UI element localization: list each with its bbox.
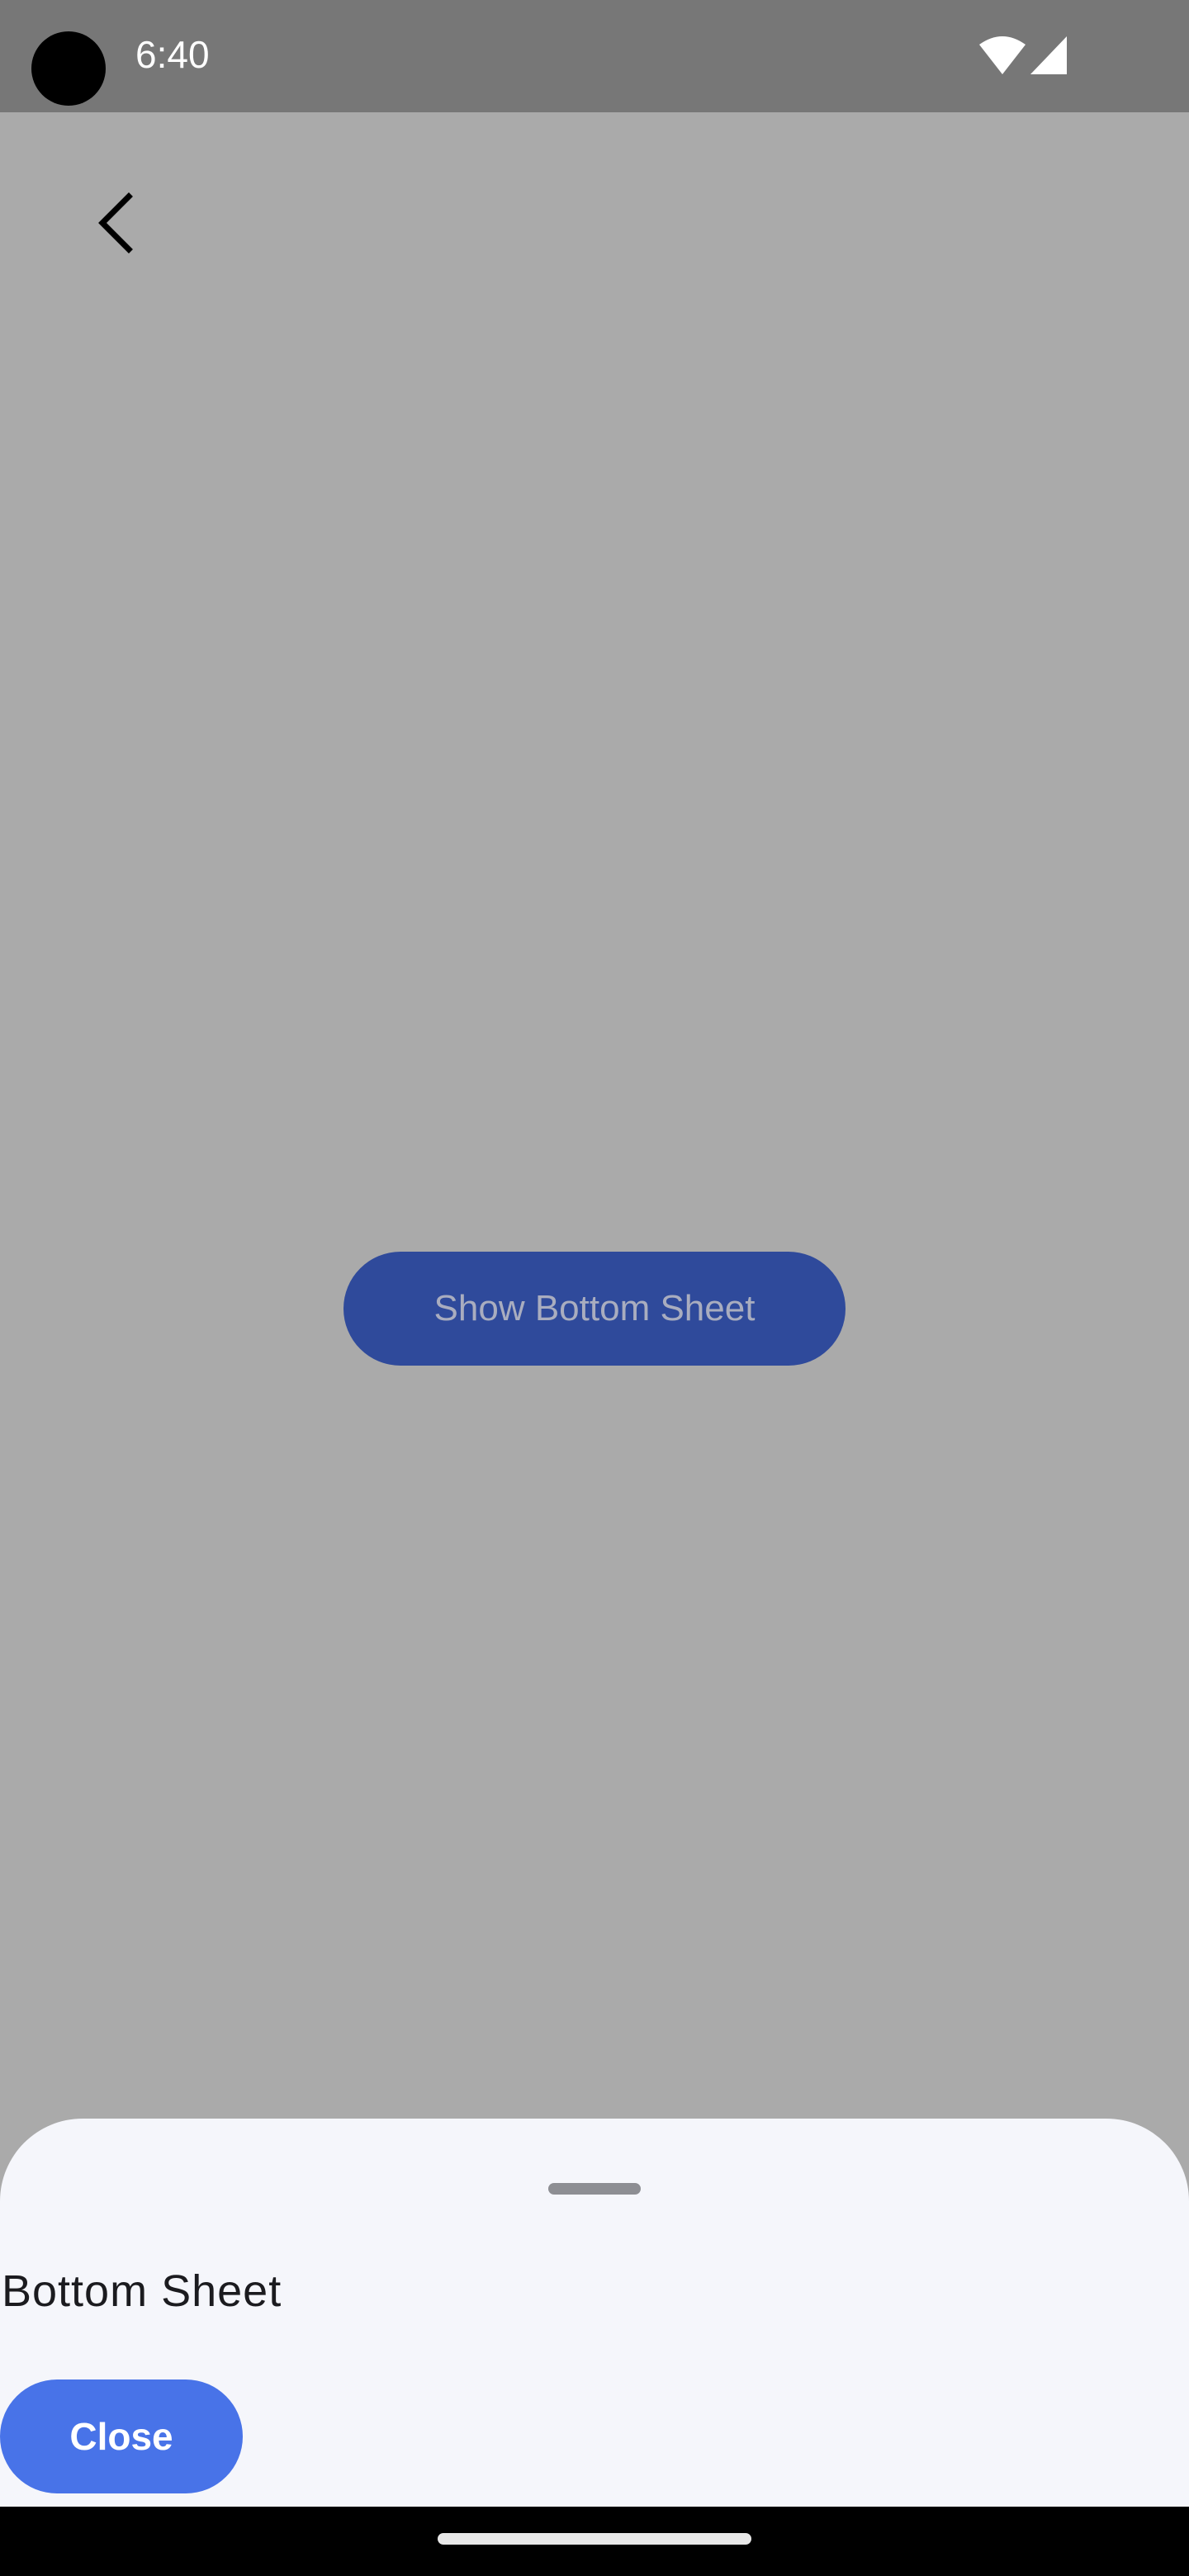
wifi-icon <box>979 36 1026 74</box>
sheet-title: Bottom Sheet <box>2 2266 282 2316</box>
signal-icon <box>1030 36 1067 74</box>
back-button[interactable] <box>74 182 157 264</box>
home-indicator[interactable] <box>438 2533 751 2545</box>
status-bar: 6:40 <box>0 0 1189 112</box>
screen: 6:40 Show Bottom Sheet Bottom Sheet Clos… <box>0 0 1189 2576</box>
bottom-sheet: Bottom Sheet Close <box>0 2119 1189 2507</box>
close-button[interactable]: Close <box>0 2379 243 2493</box>
camera-cutout <box>31 31 106 106</box>
status-time: 6:40 <box>135 33 210 76</box>
chevron-left-icon <box>98 192 133 253</box>
navigation-bar <box>0 2507 1189 2576</box>
show-bottom-sheet-button[interactable]: Show Bottom Sheet <box>343 1252 846 1366</box>
drag-handle[interactable] <box>548 2183 641 2195</box>
